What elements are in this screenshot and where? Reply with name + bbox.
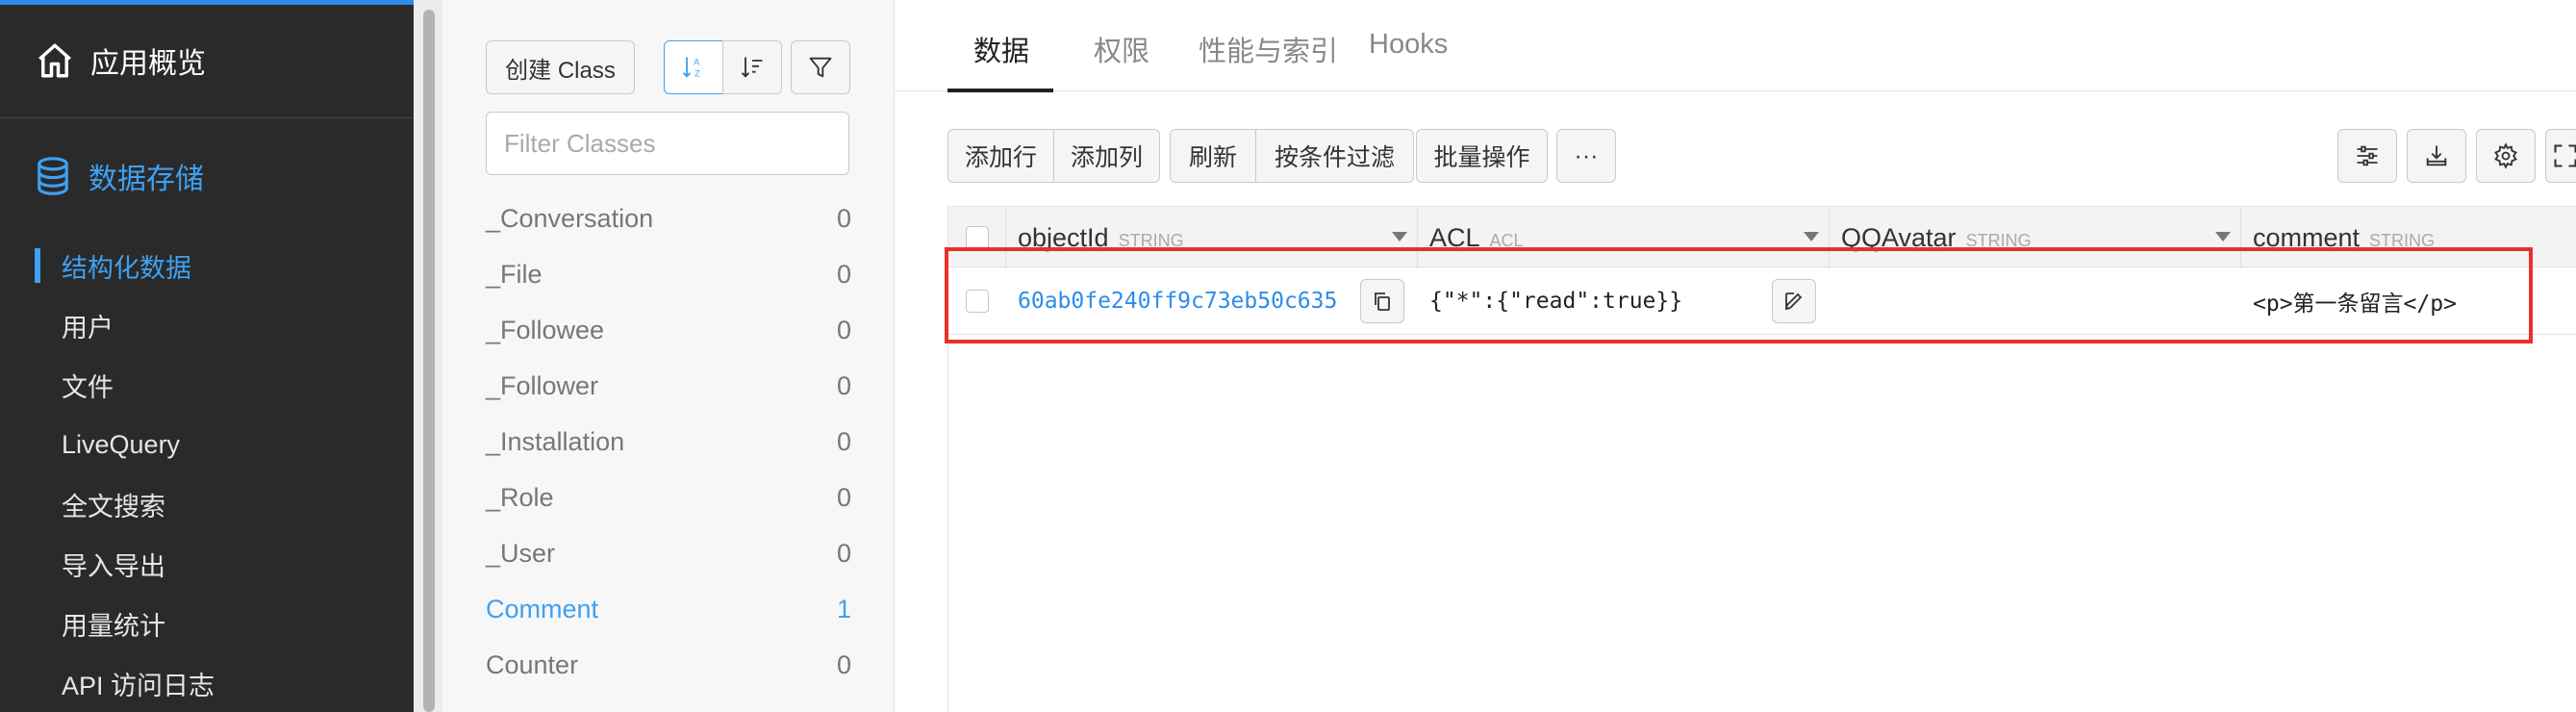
class-count: 0 [836,259,851,289]
class-item[interactable]: _Follower 0 [486,358,851,414]
class-panel: 创建 Class AZ _Conversation 0 _File 0 _Follo… [442,0,895,712]
class-name: _User [486,538,556,568]
class-count: 0 [836,538,851,568]
settings-button[interactable] [2476,129,2536,183]
download-icon [2426,145,2447,166]
sidebar-item-livequery[interactable]: LiveQuery [0,415,414,474]
more-button[interactable]: ··· [1556,129,1616,183]
sidebar-item-fulltext-search[interactable]: 全文搜索 [0,474,414,534]
class-name: _Followee [486,315,605,344]
class-item-active[interactable]: Comment 1 [486,581,851,637]
scrollbar-thumb[interactable] [423,10,435,712]
highlight-annotation-box [945,247,2533,343]
sort-alpha-icon: AZ [682,57,700,78]
column-menu-icon[interactable] [2215,232,2231,242]
class-item[interactable]: _User 0 [486,525,851,581]
class-item[interactable]: _Installation 0 [486,414,851,470]
sidebar-item-label: 用户 [62,313,114,343]
sidebar-storage-label: 数据存储 [88,164,204,195]
tab-bar: 数据 权限 性能与索引 Hooks [895,0,2576,92]
class-count: 0 [836,315,851,344]
gear-icon [2494,142,2517,169]
sidebar-scrollbar[interactable] [414,0,442,712]
sidebar-item-files[interactable]: 文件 [0,355,414,415]
sidebar-item-overview[interactable]: 应用概览 [35,37,206,85]
sidebar-item-label: 用量统计 [62,611,165,641]
sidebar-item-storage[interactable]: 数据存储 [35,152,204,200]
sidebar-item-usage-stats[interactable]: 用量统计 [0,594,414,653]
sliders-icon [2357,145,2378,166]
svg-text:A: A [694,58,700,67]
sidebar-item-label: 结构化数据 [62,253,191,283]
class-count: 1 [836,594,851,623]
sidebar-item-structured-data[interactable]: 结构化数据 [0,236,414,295]
sidebar: 应用概览 数据存储 结构化数据 用户 文件 LiveQuery 全文搜索 导入导… [0,0,414,712]
add-row-button[interactable]: 添加行 [947,129,1054,183]
sort-alpha-button[interactable]: AZ [664,40,723,94]
class-count: 0 [836,426,851,456]
class-name: Counter [486,649,579,679]
column-menu-icon[interactable] [1804,232,1819,242]
tab-hooks[interactable]: Hooks [1369,29,1448,61]
sidebar-item-label: 文件 [62,372,114,402]
class-name: Comment [486,594,599,623]
filter-button[interactable] [791,40,850,94]
class-name: _Role [486,482,554,512]
class-name: _File [486,259,543,289]
class-count: 0 [836,649,851,679]
class-item[interactable]: Counter 0 [486,637,851,693]
main-area: 数据 权限 性能与索引 Hooks 添加行 添加列 刷新 按条件过滤 批量操作 … [895,0,2576,712]
class-item[interactable]: _Conversation 0 [486,191,851,246]
filter-classes-input[interactable] [486,112,849,175]
database-icon [38,157,68,195]
class-count: 0 [836,482,851,512]
filter-icon [809,57,832,78]
sort-desc-icon [741,57,763,78]
class-name: _Conversation [486,203,654,233]
column-menu-icon[interactable] [1392,232,1407,242]
conditional-filter-button[interactable]: 按条件过滤 [1255,129,1414,183]
add-column-button[interactable]: 添加列 [1053,129,1160,183]
sidebar-item-import-export[interactable]: 导入导出 [0,534,414,594]
active-tab-indicator [947,89,1053,92]
batch-operations-button[interactable]: 批量操作 [1416,129,1548,183]
create-class-button[interactable]: 创建 Class [486,40,635,94]
sidebar-item-api-logs[interactable]: API 访问日志 [0,653,414,712]
sidebar-item-label: 全文搜索 [62,492,165,521]
tab-data[interactable]: 数据 [973,29,1029,69]
class-item[interactable]: _Role 0 [486,470,851,525]
tab-performance-index[interactable]: 性能与索引 [1199,29,1338,69]
sidebar-item-label: LiveQuery [62,429,181,459]
class-name: _Installation [486,426,625,456]
class-list: _Conversation 0 _File 0 _Followee 0 _Follow… [486,191,851,693]
class-name: _Follower [486,370,599,400]
fullscreen-button[interactable] [2545,129,2576,183]
expand-icon [2553,144,2576,167]
sidebar-item-label: API 访问日志 [62,671,215,700]
sidebar-divider [0,117,414,118]
sidebar-top-accent [0,0,414,5]
home-icon [38,43,71,78]
sidebar-item-users[interactable]: 用户 [0,295,414,355]
sidebar-item-label: 导入导出 [62,551,165,581]
class-count: 0 [836,370,851,400]
class-count: 0 [836,203,851,233]
export-button[interactable] [2407,129,2466,183]
sidebar-overview-label: 应用概览 [90,48,206,80]
tab-permissions[interactable]: 权限 [1094,29,1149,69]
class-item[interactable]: _File 0 [486,246,851,302]
svg-text:Z: Z [695,68,700,78]
sort-count-button[interactable] [722,40,782,94]
column-settings-button[interactable] [2337,129,2397,183]
class-item[interactable]: _Followee 0 [486,302,851,358]
select-all-checkbox[interactable] [965,226,989,249]
refresh-button[interactable]: 刷新 [1170,129,1256,183]
